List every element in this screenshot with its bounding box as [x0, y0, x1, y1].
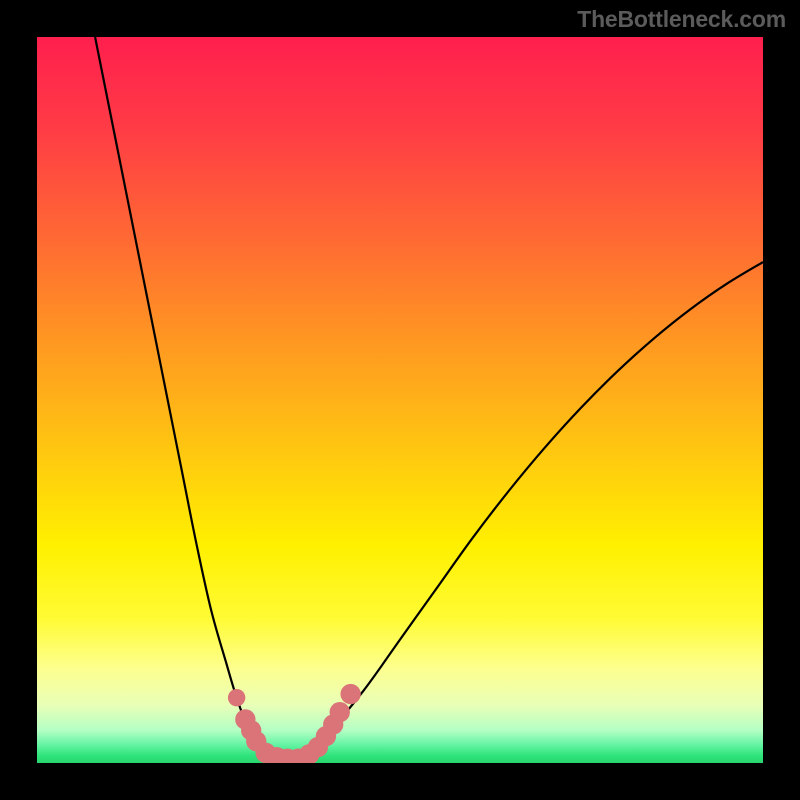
plot-area — [37, 37, 763, 763]
chart-frame: TheBottleneck.com — [0, 0, 800, 800]
data-marker — [330, 702, 350, 722]
curves-layer — [37, 37, 763, 763]
data-marker — [340, 684, 360, 704]
bottleneck-curve — [95, 37, 763, 760]
attribution-label: TheBottleneck.com — [577, 6, 786, 33]
data-marker — [228, 689, 245, 706]
